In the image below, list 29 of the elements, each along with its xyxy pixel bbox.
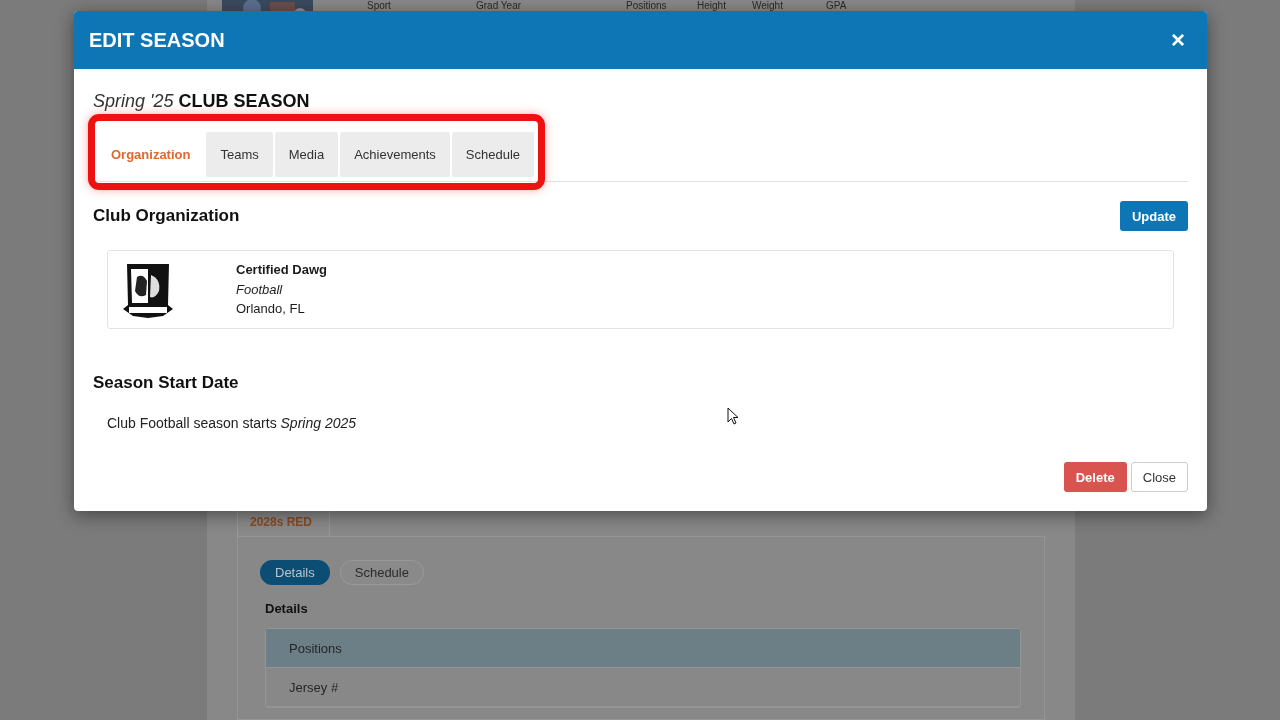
season-start-text: Club Football season starts Spring 2025 [107,415,357,431]
mouse-pointer-icon [727,407,739,425]
list-row[interactable]: Jersey # [266,668,1020,707]
close-button[interactable]: × [1169,28,1187,52]
column-header: Height [697,0,726,11]
season-name: Spring '25 [93,91,174,112]
modal-title: EDIT SEASON [89,28,225,52]
column-header: GPA [826,0,847,11]
column-header: Grad Year [476,0,522,11]
section-title: Club Organization [93,206,240,226]
tab[interactable]: Teams [206,132,273,177]
tab[interactable]: Media [274,132,339,177]
tab[interactable]: Achievements [340,132,450,177]
column-header: Weight [752,0,783,11]
organization-name: Certified Dawg [236,261,327,280]
column-header: Positions [626,0,667,11]
delete-button[interactable]: Delete [1063,462,1127,492]
section-title: Details [265,601,309,616]
pill-tab[interactable]: Schedule [339,560,424,585]
list-row[interactable]: Positions [266,629,1020,668]
tab[interactable]: Schedule [451,132,535,177]
season-type: CLUB SEASON [178,91,310,112]
pill-tab[interactable]: Details [260,560,330,585]
update-button[interactable]: Update [1119,201,1188,231]
organization-sport: Football [236,280,284,299]
close-button[interactable]: Close [1130,462,1188,492]
section-title: Season Start Date [93,373,240,393]
organization-location: Orlando, FL [236,300,306,319]
column-header: Sport [367,0,391,11]
